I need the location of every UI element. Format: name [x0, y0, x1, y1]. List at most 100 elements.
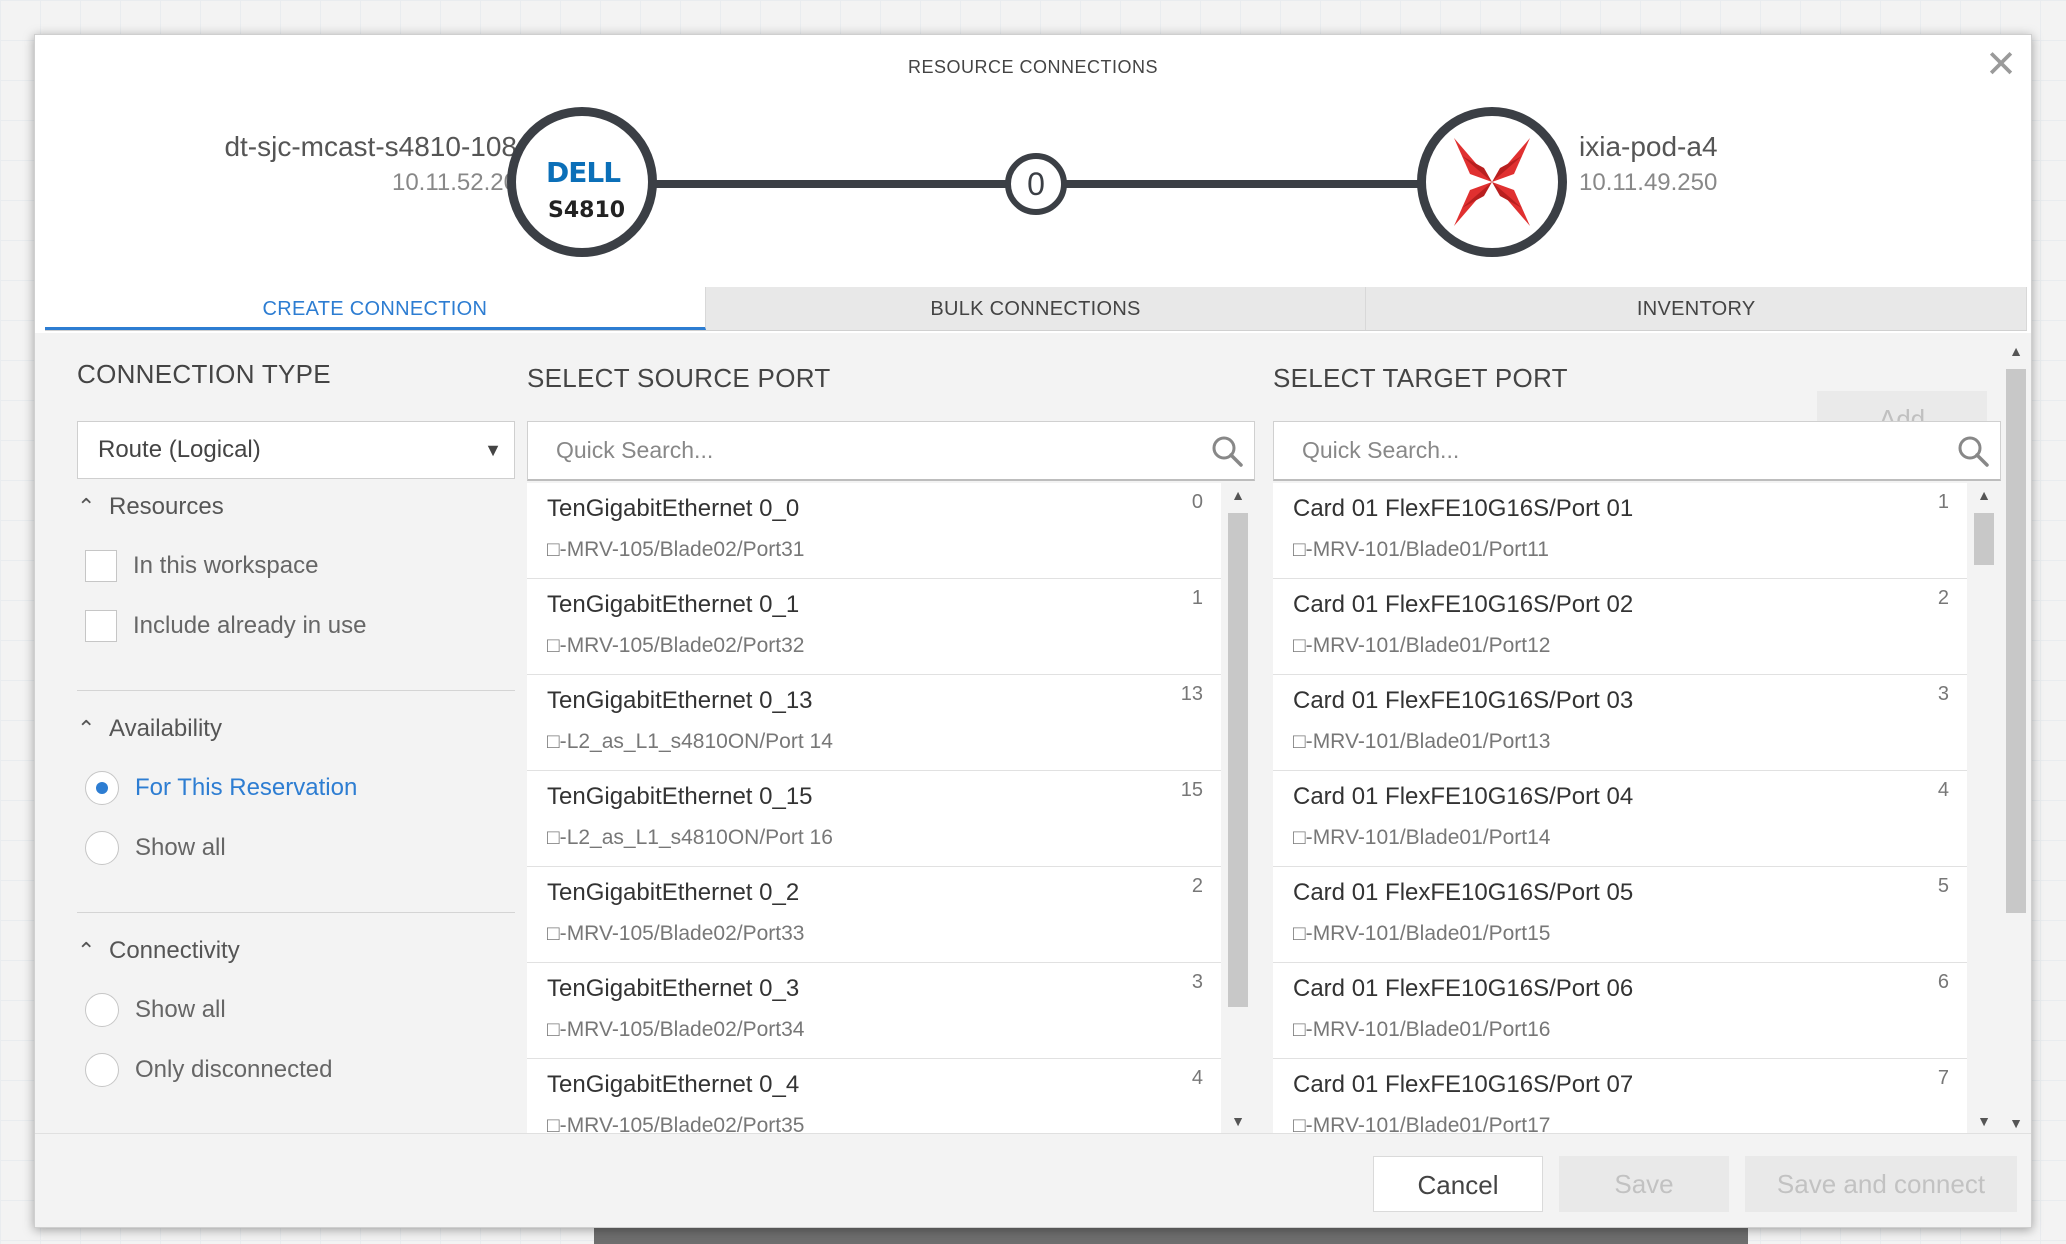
scroll-up-icon[interactable]: ▲: [2003, 343, 2029, 359]
availability-show-all-label: Show all: [135, 834, 226, 861]
connectivity-group-toggle[interactable]: ⌃ Connectivity: [77, 937, 240, 965]
scrollbar-thumb[interactable]: [2006, 369, 2026, 913]
port-number: 3: [1191, 971, 1203, 993]
target-port-row[interactable]: Card 01 FlexFE10G16S/Port 07 □-MRV-101/Bl…: [1273, 1059, 1967, 1133]
source-port-row[interactable]: TenGigabitEthernet 0_13 □-L2_as_L1_s4810O…: [527, 675, 1221, 771]
radio-button[interactable]: [85, 993, 119, 1027]
search-icon[interactable]: [1210, 434, 1244, 468]
port-connection: □-MRV-101/Blade01/Port11: [1293, 538, 1549, 562]
caret-down-icon: ▼: [484, 440, 502, 460]
scroll-down-icon[interactable]: ▼: [2003, 1115, 2029, 1131]
chevron-up-icon: ⌃: [77, 494, 96, 519]
source-port-row[interactable]: TenGigabitEthernet 0_2 □-MRV-105/Blade02/…: [527, 867, 1221, 963]
connector-icon: □-: [1293, 634, 1313, 657]
only-disconnected-radio[interactable]: Only disconnected: [85, 1053, 332, 1087]
scroll-down-icon[interactable]: ▼: [1971, 1113, 1997, 1129]
scrollbar-thumb[interactable]: [1228, 513, 1248, 1007]
source-port-row[interactable]: TenGigabitEthernet 0_15 □-L2_as_L1_s4810O…: [527, 771, 1221, 867]
target-port-row[interactable]: Card 01 FlexFE10G16S/Port 05 □-MRV-101/Bl…: [1273, 867, 1967, 963]
tab-inventory[interactable]: INVENTORY: [1366, 287, 2028, 330]
source-port-row[interactable]: TenGigabitEthernet 0_3 □-MRV-105/Blade02/…: [527, 963, 1221, 1059]
connector-icon: □-: [547, 1018, 567, 1041]
target-port-row[interactable]: Card 01 FlexFE10G16S/Port 03 □-MRV-101/Bl…: [1273, 675, 1967, 771]
port-number: 15: [1180, 779, 1203, 801]
tab-bulk-connections[interactable]: BULK CONNECTIONS: [706, 287, 1367, 330]
divider: [77, 690, 515, 691]
search-icon[interactable]: [1956, 434, 1990, 468]
close-icon[interactable]: ✕: [1981, 45, 2021, 85]
for-this-reservation-radio[interactable]: For This Reservation: [85, 771, 357, 805]
target-port-row[interactable]: Card 01 FlexFE10G16S/Port 06 □-MRV-101/Bl…: [1273, 963, 1967, 1059]
target-device-icon[interactable]: [1417, 107, 1567, 257]
target-port-heading: SELECT TARGET PORT: [1273, 363, 1568, 393]
port-name: Card 01 FlexFE10G16S/Port 05: [1293, 879, 1634, 906]
port-connection: □-MRV-101/Blade01/Port17: [1293, 1114, 1550, 1133]
panel-scrollbar[interactable]: ▲ ▼: [2003, 341, 2029, 1133]
port-connection-text: MRV-101/Blade01/Port14: [1312, 826, 1551, 849]
chevron-up-icon: ⌃: [77, 938, 96, 963]
source-port-row[interactable]: TenGigabitEthernet 0_1 □-MRV-105/Blade02/…: [527, 579, 1221, 675]
checkbox-box[interactable]: [85, 550, 117, 582]
port-connection-text: MRV-101/Blade01/Port16: [1312, 1018, 1551, 1041]
source-list-scrollbar[interactable]: ▲ ▼: [1225, 483, 1251, 1133]
connector-icon: □-: [1293, 922, 1313, 945]
port-connection: □-MRV-101/Blade01/Port15: [1293, 922, 1550, 946]
scroll-down-icon[interactable]: ▼: [1225, 1113, 1251, 1129]
target-port-row[interactable]: Card 01 FlexFE10G16S/Port 04 □-MRV-101/Bl…: [1273, 771, 1967, 867]
port-connection: □-MRV-105/Blade02/Port34: [547, 1018, 804, 1042]
resources-group-toggle[interactable]: ⌃ Resources: [77, 493, 224, 521]
target-search-input[interactable]: [1274, 422, 2000, 479]
port-name: TenGigabitEthernet 0_13: [547, 687, 813, 714]
port-name: TenGigabitEthernet 0_15: [547, 783, 813, 810]
connectivity-show-all-radio[interactable]: Show all: [85, 993, 226, 1027]
port-number: 6: [1937, 971, 1949, 993]
checkbox-box[interactable]: [85, 610, 117, 642]
in-this-workspace-label: In this workspace: [133, 552, 319, 579]
dialog-footer: Cancel Save Save and connect: [35, 1133, 2031, 1227]
availability-group-toggle[interactable]: ⌃ Availability: [77, 715, 222, 743]
port-connection: □-MRV-101/Blade01/Port16: [1293, 1018, 1550, 1042]
connector-icon: □-: [547, 1114, 567, 1133]
in-this-workspace-checkbox[interactable]: In this workspace: [85, 550, 318, 582]
availability-show-all-radio[interactable]: Show all: [85, 831, 226, 865]
port-name: Card 01 FlexFE10G16S/Port 02: [1293, 591, 1634, 618]
for-this-reservation-label: For This Reservation: [135, 774, 358, 801]
save-button[interactable]: Save: [1559, 1156, 1729, 1212]
include-already-in-use-checkbox[interactable]: Include already in use: [85, 610, 366, 642]
target-search-field[interactable]: [1273, 421, 2001, 481]
port-number: 7: [1937, 1067, 1949, 1089]
scrollbar-thumb[interactable]: [1974, 513, 1994, 565]
scroll-up-icon[interactable]: ▲: [1225, 487, 1251, 503]
source-search-field[interactable]: [527, 421, 1255, 481]
resource-connections-dialog: RESOURCE CONNECTIONS ✕ dt-sjc-mcast-s481…: [34, 34, 2032, 1228]
port-connection: □-MRV-101/Blade01/Port12: [1293, 634, 1550, 658]
port-name: Card 01 FlexFE10G16S/Port 03: [1293, 687, 1634, 714]
port-number: 1: [1191, 587, 1203, 609]
connector-icon: □-: [547, 634, 567, 657]
include-already-in-use-label: Include already in use: [133, 612, 367, 639]
radio-button[interactable]: [85, 831, 119, 865]
connection-type-select[interactable]: Route (Logical) ▼: [77, 421, 515, 479]
radio-button[interactable]: [85, 1053, 119, 1087]
source-port-row[interactable]: TenGigabitEthernet 0_4 □-MRV-105/Blade02/…: [527, 1059, 1221, 1133]
port-number: 3: [1937, 683, 1949, 705]
scroll-up-icon[interactable]: ▲: [1971, 487, 1997, 503]
source-search-input[interactable]: [528, 422, 1254, 479]
port-name: Card 01 FlexFE10G16S/Port 07: [1293, 1071, 1634, 1098]
target-list-scrollbar[interactable]: ▲ ▼: [1971, 483, 1997, 1133]
target-port-row[interactable]: Card 01 FlexFE10G16S/Port 02 □-MRV-101/Bl…: [1273, 579, 1967, 675]
connection-count-badge[interactable]: 0: [1005, 153, 1067, 215]
cancel-button[interactable]: Cancel: [1373, 1156, 1543, 1212]
connectivity-group-label: Connectivity: [109, 937, 240, 964]
source-device-name: dt-sjc-mcast-s4810-108: [224, 131, 517, 162]
radio-button[interactable]: [85, 771, 119, 805]
port-connection-text: MRV-105/Blade02/Port32: [566, 634, 805, 657]
port-name: TenGigabitEthernet 0_0: [547, 495, 800, 522]
tab-create-connection[interactable]: CREATE CONNECTION: [45, 287, 706, 330]
target-port-row[interactable]: Card 01 FlexFE10G16S/Port 01 □-MRV-101/Bl…: [1273, 483, 1967, 579]
source-device-icon[interactable]: DELL S4810: [507, 107, 657, 257]
source-port-row[interactable]: TenGigabitEthernet 0_0 □-MRV-105/Blade02/…: [527, 483, 1221, 579]
only-disconnected-label: Only disconnected: [135, 1056, 333, 1083]
save-and-connect-button[interactable]: Save and connect: [1745, 1156, 2017, 1212]
connector-icon: □-: [1293, 538, 1313, 561]
